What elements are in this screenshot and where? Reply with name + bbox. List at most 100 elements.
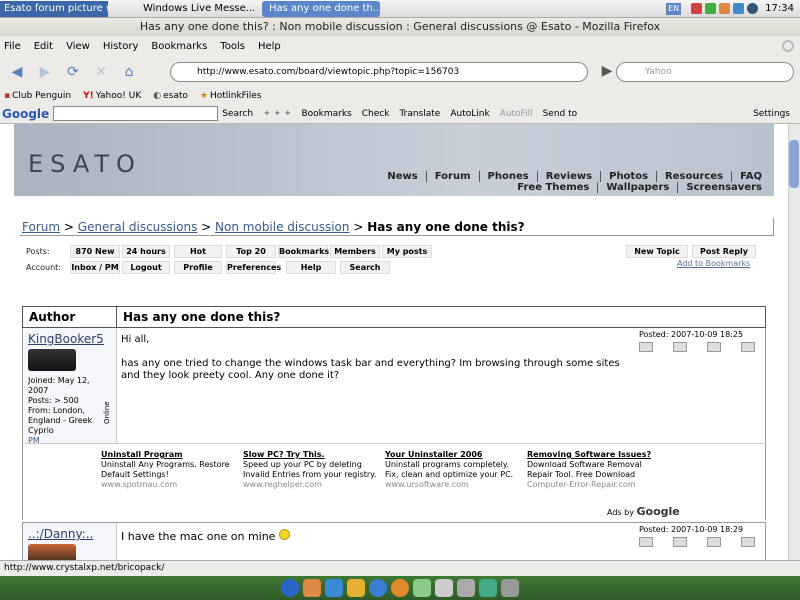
reload-button[interactable]: ⟳ (62, 61, 84, 83)
crumb-non-mobile[interactable]: Non mobile discussion (215, 220, 349, 234)
nav-screensavers[interactable]: Screensavers (677, 182, 770, 193)
bookmark-hotlinkfiles[interactable]: ★ HotlinkFiles (200, 91, 262, 101)
post-reply-button[interactable]: Post Reply (692, 245, 756, 258)
report-icon[interactable] (707, 537, 721, 547)
ad-url[interactable]: www.reghelper.com (243, 480, 379, 490)
add-bookmarks-link[interactable]: Add to Bookmarks (677, 259, 750, 268)
ctl-my-posts[interactable]: My posts (382, 245, 432, 258)
back-button[interactable]: ◀ (6, 61, 28, 83)
ad-item[interactable]: Slow PC? Try This. Speed up your PC by d… (243, 450, 379, 490)
app-icon[interactable] (435, 579, 453, 597)
new-topic-button[interactable]: New Topic (626, 245, 688, 258)
google-bookmarks-button[interactable]: Bookmarks (301, 109, 351, 119)
tray-icon[interactable] (733, 3, 745, 14)
ad-title[interactable]: Your Uninstaller 2006 (385, 450, 521, 460)
google-translate-button[interactable]: Translate (399, 109, 440, 119)
report-icon[interactable] (707, 342, 721, 352)
ctl-new-posts[interactable]: 870 New (70, 245, 120, 258)
task-esato-picture[interactable]: Esato forum picture www.esato.com (0, 0, 108, 17)
menu-edit[interactable]: Edit (34, 41, 53, 52)
ctl-inbox[interactable]: Inbox / PM (70, 261, 120, 274)
menu-help[interactable]: Help (258, 41, 281, 52)
nav-photos[interactable]: Photos (600, 171, 656, 182)
firefox-icon[interactable] (391, 579, 409, 597)
ad-title[interactable]: Uninstall Program (101, 450, 237, 460)
media-player-icon[interactable] (369, 579, 387, 597)
stop-button[interactable]: ✕ (90, 61, 112, 83)
nav-faq[interactable]: FAQ (731, 171, 770, 182)
ctl-logout[interactable]: Logout (122, 261, 170, 274)
ctl-bookmarks[interactable]: Bookmarks (278, 245, 329, 258)
ads-by-google[interactable]: Ads by Google (607, 505, 680, 518)
start-orb-icon[interactable] (281, 579, 299, 597)
language-indicator[interactable]: EN (666, 2, 682, 15)
nav-resources[interactable]: Resources (656, 171, 731, 182)
ad-item[interactable]: Removing Software Issues? Download Softw… (527, 450, 663, 490)
bookmark-yahoo[interactable]: Y! Yahoo! UK (83, 91, 141, 101)
ad-item[interactable]: Uninstall Program Uninstall Any Programs… (101, 450, 237, 490)
forward-button[interactable]: ▶ (34, 61, 56, 83)
calendar-icon[interactable] (457, 579, 475, 597)
google-autolink-button[interactable]: AutoLink (450, 109, 489, 119)
quote-icon[interactable] (639, 537, 653, 547)
tray-icon[interactable] (705, 3, 717, 14)
task-firefox[interactable]: Has any one done th... (262, 0, 380, 17)
ad-title[interactable]: Removing Software Issues? (527, 450, 663, 460)
google-sendto-button[interactable]: Send to (543, 109, 578, 119)
crumb-general-discussions[interactable]: General discussions (78, 220, 198, 234)
ad-url[interactable]: Computer-Error-Repair.com (527, 480, 663, 490)
menu-view[interactable]: View (66, 41, 90, 52)
trash-icon[interactable] (501, 579, 519, 597)
nav-news[interactable]: News (379, 171, 425, 182)
nav-reviews[interactable]: Reviews (536, 171, 600, 182)
ctl-preferences[interactable]: Preferences (226, 261, 281, 274)
ctl-hot[interactable]: Hot (174, 245, 222, 258)
app-icon[interactable] (413, 579, 431, 597)
tray-icon[interactable] (691, 3, 703, 14)
ctl-help[interactable]: Help (286, 261, 336, 274)
ctl-search[interactable]: Search (340, 261, 390, 274)
network-icon[interactable] (747, 3, 759, 14)
ad-title[interactable]: Slow PC? Try This. (243, 450, 379, 460)
ad-url[interactable]: www.ursoftware.com (385, 480, 521, 490)
vertical-scrollbar[interactable] (788, 124, 800, 560)
google-settings-button[interactable]: Settings (753, 109, 790, 119)
author-name[interactable]: ..:/Danny:.. (28, 527, 111, 541)
ctl-24-hours[interactable]: 24 hours (122, 245, 170, 258)
scrollbar-thumb[interactable] (789, 140, 799, 188)
author-name[interactable]: KingBooker5 (28, 332, 111, 346)
bookmark-club-penguin[interactable]: ▪ Club Penguin (4, 91, 71, 101)
menu-bookmarks[interactable]: Bookmarks (151, 41, 207, 52)
menu-file[interactable]: File (4, 41, 21, 52)
menu-tools[interactable]: Tools (220, 41, 245, 52)
google-search-button[interactable]: Search (222, 109, 253, 119)
url-bar[interactable]: http://www.esato.com/board/viewtopic.php… (170, 62, 588, 82)
search-input[interactable]: Yahoo (616, 62, 794, 82)
nav-forum[interactable]: Forum (425, 171, 479, 182)
app-icon[interactable] (347, 579, 365, 597)
crumb-forum[interactable]: Forum (22, 220, 60, 234)
site-logo[interactable]: ESATO (28, 150, 142, 178)
go-button[interactable]: ▶ (596, 60, 618, 82)
tray-icon[interactable] (719, 3, 731, 14)
ad-url[interactable]: www.spotmau.com (101, 480, 237, 490)
google-logo[interactable]: Google (2, 107, 49, 121)
app-icon[interactable] (325, 579, 343, 597)
ctl-top20[interactable]: Top 20 (226, 245, 276, 258)
home-button[interactable]: ⌂ (118, 61, 140, 83)
nav-wallpapers[interactable]: Wallpapers (597, 182, 677, 193)
bookmark-esato[interactable]: ◐ esato (153, 91, 188, 101)
print-icon[interactable] (741, 537, 755, 547)
google-autofill-button[interactable]: AutoFill (500, 109, 533, 119)
edit-icon[interactable] (673, 342, 687, 352)
nav-phones[interactable]: Phones (478, 171, 537, 182)
quote-icon[interactable] (639, 342, 653, 352)
toolbar-icons[interactable]: ✦ ✦ ✦ (263, 109, 291, 119)
nav-free-themes[interactable]: Free Themes (509, 182, 597, 193)
print-icon[interactable] (741, 342, 755, 352)
google-check-button[interactable]: Check (362, 109, 390, 119)
app-icon[interactable] (303, 579, 321, 597)
edit-icon[interactable] (673, 537, 687, 547)
ad-item[interactable]: Your Uninstaller 2006 Uninstall programs… (385, 450, 521, 490)
task-windows-live[interactable]: Windows Live Messe... (136, 1, 254, 17)
